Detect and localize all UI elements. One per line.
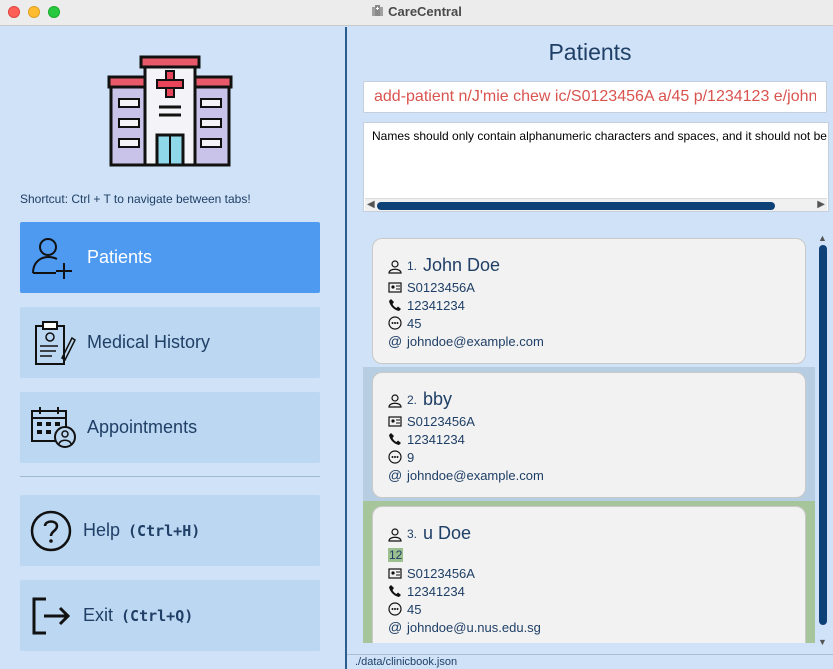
command-box (363, 81, 827, 113)
patient-ic-row: S0123456A (388, 278, 475, 296)
patient-email-row: @ johndoe@example.com (388, 466, 544, 484)
patient-index: 3. (407, 527, 418, 541)
phone-icon (389, 299, 401, 311)
patient-name: u Doe (423, 523, 472, 543)
patient-index: 1. (407, 259, 418, 273)
tab-appointments-label: Appointments (87, 417, 198, 437)
patient-phone: 12341234 (407, 431, 465, 447)
patient-list-scrollbar[interactable]: ▲ ▼ (817, 233, 829, 647)
calendar-person-icon (31, 407, 76, 448)
hospital-logo-icon (107, 55, 233, 167)
window-title: CareCentral (0, 4, 833, 19)
sidebar: Shortcut: Ctrl + T to navigate between t… (0, 27, 345, 669)
patient-name-row: 2. bby (388, 389, 452, 410)
patient-ic: S0123456A (407, 413, 475, 429)
patient-card[interactable]: 1. John Doe S0123456A 12341234 45 @ john… (372, 238, 806, 364)
id-card-icon (388, 282, 402, 293)
patient-tag: 12 (388, 548, 404, 562)
exit-label: Exit (Ctrl+Q) (83, 605, 194, 625)
patient-name-row: 3. u Doe (388, 523, 471, 544)
tab-medical-history[interactable]: Medical History (20, 307, 320, 378)
list-item-selected[interactable]: 3. u Doe 12 S0123456A 12341234 45 @ john… (363, 501, 815, 643)
patient-name-row: 1. John Doe (388, 255, 500, 276)
id-card-icon (388, 416, 402, 427)
patient-age: 45 (407, 315, 422, 331)
command-input[interactable] (364, 82, 826, 112)
add-user-icon (32, 238, 72, 279)
id-card-icon (388, 568, 402, 579)
window-title-text: CareCentral (388, 4, 462, 19)
scroll-up-icon[interactable]: ▲ (818, 233, 827, 243)
result-display: Names should only contain alphanumeric c… (363, 122, 829, 212)
patients-panel: Patients Names should only contain alpha… (347, 27, 833, 669)
exit-shortcut: (Ctrl+Q) (121, 607, 194, 625)
page-title: Patients (548, 39, 632, 65)
patient-ic: S0123456A (407, 565, 475, 581)
patient-email: johndoe@u.nus.edu.sg (407, 619, 541, 635)
tab-patients[interactable]: Patients (20, 222, 320, 293)
result-text: Names should only contain alphanumeric c… (372, 129, 829, 143)
status-bar: ./data/clinicbook.json (347, 654, 833, 669)
exit-button[interactable]: Exit (Ctrl+Q) (20, 580, 320, 651)
patient-card[interactable]: 3. u Doe 12 S0123456A 12341234 45 @ john… (372, 506, 806, 643)
age-icon (388, 602, 402, 616)
scrollbar-thumb[interactable] (377, 202, 775, 210)
list-item[interactable]: 2. bby S0123456A 12341234 9 @ johndoe@ex… (363, 367, 815, 501)
age-icon (388, 316, 402, 330)
save-file-path: ./data/clinicbook.json (355, 656, 458, 668)
sidebar-divider (20, 476, 320, 477)
tab-appointments[interactable]: Appointments (20, 392, 320, 463)
patient-email: johndoe@example.com (407, 467, 544, 483)
patient-ic-row: S0123456A (388, 412, 475, 430)
patient-email: johndoe@example.com (407, 333, 544, 349)
patient-tags-row: 12 (388, 546, 404, 564)
shortcut-hint: Shortcut: Ctrl + T to navigate between t… (20, 192, 251, 206)
exit-icon (32, 597, 71, 635)
question-icon (30, 510, 72, 552)
tab-patients-label: Patients (87, 247, 153, 267)
help-button[interactable]: Help (Ctrl+H) (20, 495, 320, 566)
result-horizontal-scrollbar[interactable]: ◀ ▶ (365, 198, 827, 211)
scrollbar-thumb[interactable] (819, 245, 827, 625)
person-icon (388, 394, 402, 408)
scroll-down-icon[interactable]: ▼ (818, 637, 827, 647)
clipboard-icon (35, 321, 76, 365)
patient-age-row: 45 (388, 600, 421, 618)
tab-medical-history-label: Medical History (87, 332, 211, 352)
patient-age-row: 45 (388, 314, 421, 332)
at-icon: @ (388, 333, 403, 349)
age-icon (388, 450, 402, 464)
hospital-icon (372, 5, 384, 16)
at-icon: @ (388, 467, 403, 483)
phone-icon (389, 433, 401, 445)
patient-ic: S0123456A (407, 279, 475, 295)
help-label: Help (Ctrl+H) (83, 520, 201, 540)
window-title-bar: CareCentral (0, 0, 833, 26)
patient-age: 9 (407, 449, 415, 465)
patient-email-row: @ johndoe@u.nus.edu.sg (388, 618, 541, 636)
scroll-right-icon[interactable]: ▶ (817, 199, 825, 210)
patient-ic-row: S0123456A (388, 564, 475, 582)
person-icon (388, 528, 402, 542)
patient-phone: 12341234 (407, 297, 465, 313)
patient-card[interactable]: 2. bby S0123456A 12341234 9 @ johndoe@ex… (372, 372, 806, 498)
patient-name: John Doe (423, 255, 501, 275)
patient-name: bby (423, 389, 453, 409)
list-item[interactable]: 1. John Doe S0123456A 12341234 45 @ john… (363, 233, 815, 367)
phone-icon (389, 585, 401, 597)
at-icon: @ (388, 619, 403, 635)
patient-phone: 12341234 (407, 583, 465, 599)
patient-index: 2. (407, 393, 418, 407)
scroll-left-icon[interactable]: ◀ (367, 199, 375, 210)
patient-list: 1. John Doe S0123456A 12341234 45 @ john… (363, 233, 815, 643)
help-shortcut: (Ctrl+H) (128, 522, 201, 540)
patient-phone-row: 12341234 (388, 430, 465, 448)
patient-age: 45 (407, 601, 422, 617)
patient-phone-row: 12341234 (388, 296, 465, 314)
person-icon (388, 260, 402, 274)
patient-age-row: 9 (388, 448, 414, 466)
patient-email-row: @ johndoe@example.com (388, 332, 544, 350)
patient-phone-row: 12341234 (388, 582, 465, 600)
